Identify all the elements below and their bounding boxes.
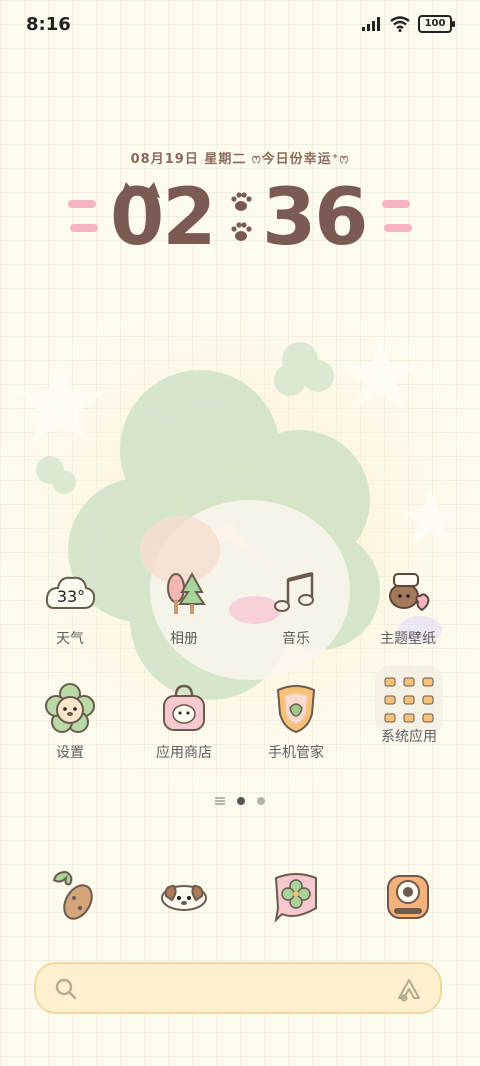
status-bar: 8:16 100 [0,0,480,50]
paw-icon [231,192,252,211]
app-drawer-lines-icon[interactable] [215,797,225,805]
pink-dash-icon [70,224,98,232]
app-label: 手机管家 [268,745,324,761]
security-shield-icon [276,685,316,734]
search-icon[interactable] [54,977,78,1001]
app-store-bag-icon [163,684,205,731]
app-label: 设置 [56,745,84,761]
pink-dash-icon [382,200,410,208]
app-settings[interactable]: 设置 [20,680,120,762]
app-label: 相册 [170,631,198,647]
assistant-a-icon[interactable] [396,978,422,1002]
clock-minute: 36 [262,173,369,263]
app-label: 主题壁纸 [380,631,436,647]
page-dot[interactable] [257,797,265,805]
cat-ears-icon [120,182,160,198]
battery-icon: 100 [418,15,455,33]
app-gallery[interactable]: 相册 [134,566,234,648]
app-store[interactable]: 应用商店 [134,680,234,762]
date-line: 08月19日 星期二 ෆ今日份幸运⁺ෆ [130,152,350,167]
dock-phone[interactable] [22,868,122,924]
pink-dash-icon [68,200,96,208]
app-label: 天气 [56,631,84,647]
gallery-trees-icon [167,571,206,614]
browser-clover-icon [274,873,317,923]
app-weather[interactable]: 33° 天气 [20,566,120,648]
phone-peanut-icon [52,870,93,920]
status-icons: 100 [362,15,455,33]
folder-system-apps[interactable]: 系统应用 [358,664,460,746]
app-label: 系统应用 [381,729,437,745]
dock-messages[interactable] [134,868,234,924]
wifi-icon [390,16,410,32]
signal-icon [362,17,380,31]
weather-temp: 33° [57,587,85,606]
search-input[interactable] [92,974,376,1004]
camera-icon [387,875,429,919]
weather-cloud-icon: 33° [45,576,96,609]
paw-icon [231,222,252,241]
clock-widget[interactable]: 02 36 [0,178,480,258]
status-time: 8:16 [26,14,71,35]
messages-dog-icon [161,884,207,911]
app-music[interactable]: 音乐 [246,566,346,648]
app-themes[interactable]: 主题壁纸 [358,566,458,648]
app-label: 音乐 [282,631,310,647]
page-dot-current[interactable] [237,797,245,805]
dock-browser[interactable] [246,868,346,924]
music-note-icon [274,572,314,612]
app-security[interactable]: 手机管家 [246,680,346,762]
page-indicator[interactable] [0,797,480,805]
theme-dog-icon [389,573,430,612]
pink-dash-icon [384,224,412,232]
app-label: 应用商店 [156,745,212,761]
search-bar[interactable] [34,962,442,1014]
settings-flower-dog-icon [45,683,95,733]
dock-camera[interactable] [358,868,458,924]
